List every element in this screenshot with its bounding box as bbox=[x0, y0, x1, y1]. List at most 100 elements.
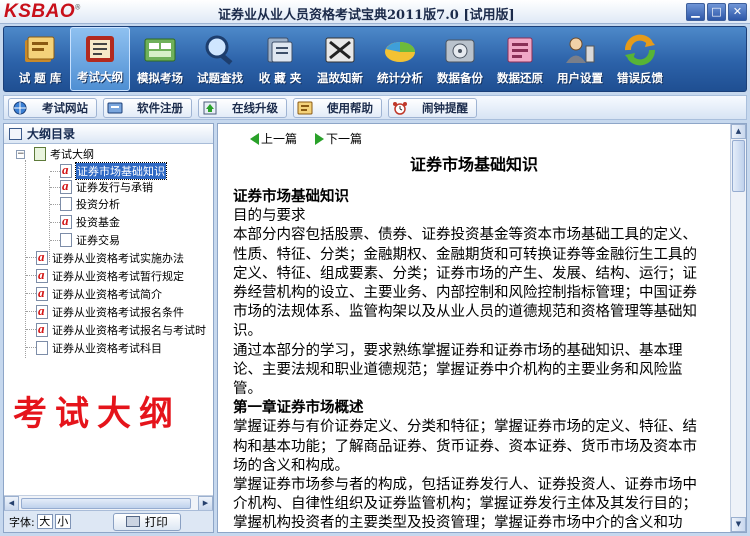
tool-favorites[interactable]: 收 藏 夹 bbox=[250, 27, 310, 91]
print-button[interactable]: 打印 bbox=[112, 512, 181, 531]
book-icon bbox=[9, 127, 22, 140]
paragraph: 掌握证券市场参与者的构成，包括证券发行人、证券投资人、证券市场中介机构、自律性组… bbox=[233, 477, 697, 532]
document-a-icon bbox=[36, 303, 48, 319]
title-bar: KSBAO® 证券业从业人员资格考试宝典2011版7.0 [试用版] ▁ □ ✕ bbox=[0, 0, 750, 24]
tree-item[interactable]: 证券发行与承销 bbox=[60, 178, 153, 195]
document-icon bbox=[60, 197, 72, 211]
collapse-toggle[interactable]: − bbox=[16, 150, 25, 159]
tree-item[interactable]: 投资基金 bbox=[60, 213, 120, 230]
exam-website-button[interactable]: 考试网站 bbox=[8, 97, 97, 118]
outline-footer: 字体: 大 小 打印 bbox=[4, 510, 213, 532]
outline-tree: − 考试大纲 证券市场基础知识 证券发行与承销 投资分析 投资基金 证券交易 bbox=[4, 144, 213, 489]
review-icon bbox=[321, 33, 359, 67]
document-body: 证券市场基础知识 目的与要求 本部分内容包括股票、债券、证券投资基金等资本市场基… bbox=[233, 188, 708, 532]
search-icon bbox=[201, 33, 239, 67]
font-size-label: 字体: bbox=[9, 515, 35, 529]
alarm-reminder-button[interactable]: 闹钟提醒 bbox=[388, 97, 477, 118]
tool-mock-exam[interactable]: 模拟考场 bbox=[130, 27, 190, 91]
outline-panel: 大纲目录 − 考试大纲 证券市场基础知识 证券发行与承销 投资分析 投资基金 bbox=[3, 123, 214, 533]
online-upgrade-button[interactable]: 在线升级 bbox=[198, 97, 287, 118]
font-large-button[interactable]: 大 bbox=[36, 514, 53, 529]
document-a-icon bbox=[36, 267, 48, 283]
tool-syllabus[interactable]: 考试大纲 bbox=[70, 27, 130, 91]
user-settings-icon bbox=[561, 33, 599, 67]
horizontal-scrollbar[interactable]: ◀ ▶ bbox=[4, 495, 213, 511]
alarm-icon bbox=[392, 101, 408, 115]
window-controls: ▁ □ ✕ bbox=[686, 3, 747, 21]
tree-root-item[interactable]: 考试大纲 bbox=[34, 146, 94, 162]
arrow-right-icon bbox=[315, 132, 325, 145]
printer-icon bbox=[125, 516, 140, 527]
scroll-left-icon[interactable]: ◀ bbox=[4, 495, 19, 511]
document-icon bbox=[36, 341, 48, 355]
content-panel: 上一篇 下一篇 证券市场基础知识 证券市场基础知识 目的与要求 本部分内容包括股… bbox=[217, 123, 747, 533]
content-area: 上一篇 下一篇 证券市场基础知识 证券市场基础知识 目的与要求 本部分内容包括股… bbox=[218, 124, 730, 532]
upgrade-icon bbox=[202, 101, 218, 115]
tool-feedback[interactable]: 错误反馈 bbox=[610, 27, 670, 91]
scroll-thumb[interactable] bbox=[732, 140, 745, 192]
folder-icon bbox=[34, 147, 46, 161]
tree-item[interactable]: 投资分析 bbox=[60, 196, 120, 212]
syllabus-icon bbox=[81, 32, 119, 66]
help-icon bbox=[297, 101, 313, 115]
question-bank-icon bbox=[21, 33, 59, 67]
globe-icon bbox=[12, 101, 28, 115]
document-title: 证券市场基础知识 bbox=[409, 155, 538, 174]
document-a-icon bbox=[36, 321, 48, 337]
scroll-up-icon[interactable]: ▲ bbox=[731, 124, 746, 139]
tree-item[interactable]: 证券从业资格考试实施办法 bbox=[36, 249, 184, 266]
next-article-link[interactable]: 下一篇 bbox=[315, 130, 362, 147]
tree-item[interactable]: 证券从业资格考试报名与考试时 bbox=[36, 321, 206, 338]
chapter-heading: 第一章证券市场概述 bbox=[233, 400, 364, 417]
minimize-icon: ▁ bbox=[691, 5, 700, 18]
backup-icon bbox=[441, 33, 479, 67]
scroll-right-icon[interactable]: ▶ bbox=[198, 495, 213, 511]
outline-panel-header: 大纲目录 bbox=[4, 124, 213, 144]
help-button[interactable]: 使用帮助 bbox=[293, 97, 382, 118]
tool-restore[interactable]: 数据还原 bbox=[490, 27, 550, 91]
feedback-icon bbox=[621, 33, 659, 67]
secondary-toolbar: 考试网站 软件注册 在线升级 使用帮助 闹钟提醒 bbox=[3, 95, 747, 120]
tool-review[interactable]: 温故知新 bbox=[310, 27, 370, 91]
maximize-icon: □ bbox=[711, 5, 722, 18]
close-icon: ✕ bbox=[732, 5, 743, 18]
tool-user-settings[interactable]: 用户设置 bbox=[550, 27, 610, 91]
close-button[interactable]: ✕ bbox=[728, 3, 747, 21]
font-small-button[interactable]: 小 bbox=[54, 514, 71, 529]
document-a-icon bbox=[60, 213, 72, 229]
scroll-thumb[interactable] bbox=[21, 497, 191, 509]
mock-exam-icon bbox=[141, 33, 179, 67]
favorites-icon bbox=[261, 33, 299, 67]
tool-question-bank[interactable]: 试 题 库 bbox=[10, 27, 70, 91]
tree-item[interactable]: 证券从业资格考试暂行规定 bbox=[36, 267, 184, 284]
section-heading: 证券市场基础知识 bbox=[233, 189, 349, 205]
maximize-button[interactable]: □ bbox=[707, 3, 726, 21]
register-icon bbox=[107, 101, 123, 115]
tool-search[interactable]: 试题查找 bbox=[190, 27, 250, 91]
paragraph: 掌握证券与有价证券定义、分类和特征；掌握证券市场的定义、特征、结构和基本功能；了… bbox=[233, 419, 697, 474]
software-register-button[interactable]: 软件注册 bbox=[103, 97, 192, 118]
tool-statistics[interactable]: 统计分析 bbox=[370, 27, 430, 91]
tree-item-selected[interactable]: 证券市场基础知识 bbox=[60, 162, 167, 180]
paragraph: 通过本部分的学习，要求熟练掌握证券和证券市场的基础知识、基本理论、主要法规和职业… bbox=[233, 342, 683, 398]
tree-item[interactable]: 证券交易 bbox=[60, 232, 120, 248]
tree-item[interactable]: 证券从业资格考试简介 bbox=[36, 285, 162, 302]
vertical-scrollbar[interactable]: ▲ ▼ bbox=[730, 124, 746, 532]
document-a-icon bbox=[36, 285, 48, 301]
scroll-down-icon[interactable]: ▼ bbox=[731, 517, 746, 532]
tool-backup[interactable]: 数据备份 bbox=[430, 27, 490, 91]
document-icon bbox=[60, 233, 72, 247]
syllabus-banner: 考试大纲 bbox=[13, 394, 181, 434]
tree-item[interactable]: 证券从业资格考试科目 bbox=[36, 340, 162, 356]
main-toolbar: 试 题 库 考试大纲 模拟考场 试题查找 收 藏 夹 温故知新 统计分析 数据备… bbox=[3, 26, 747, 92]
article-nav: 上一篇 下一篇 bbox=[250, 130, 362, 147]
restore-icon bbox=[501, 33, 539, 67]
minimize-button[interactable]: ▁ bbox=[686, 3, 705, 21]
arrow-left-icon bbox=[250, 132, 259, 145]
window-title: 证券业从业人员资格考试宝典2011版7.0 [试用版] bbox=[218, 8, 515, 23]
paragraph: 本部分内容包括股票、债券、证券投资基金等资本市场基础工具的定义、性质、特征、分类… bbox=[233, 227, 697, 340]
prev-article-link[interactable]: 上一篇 bbox=[250, 130, 297, 147]
statistics-icon bbox=[381, 33, 419, 67]
document-a-icon bbox=[60, 162, 72, 178]
tree-item[interactable]: 证券从业资格考试报名条件 bbox=[36, 303, 184, 320]
